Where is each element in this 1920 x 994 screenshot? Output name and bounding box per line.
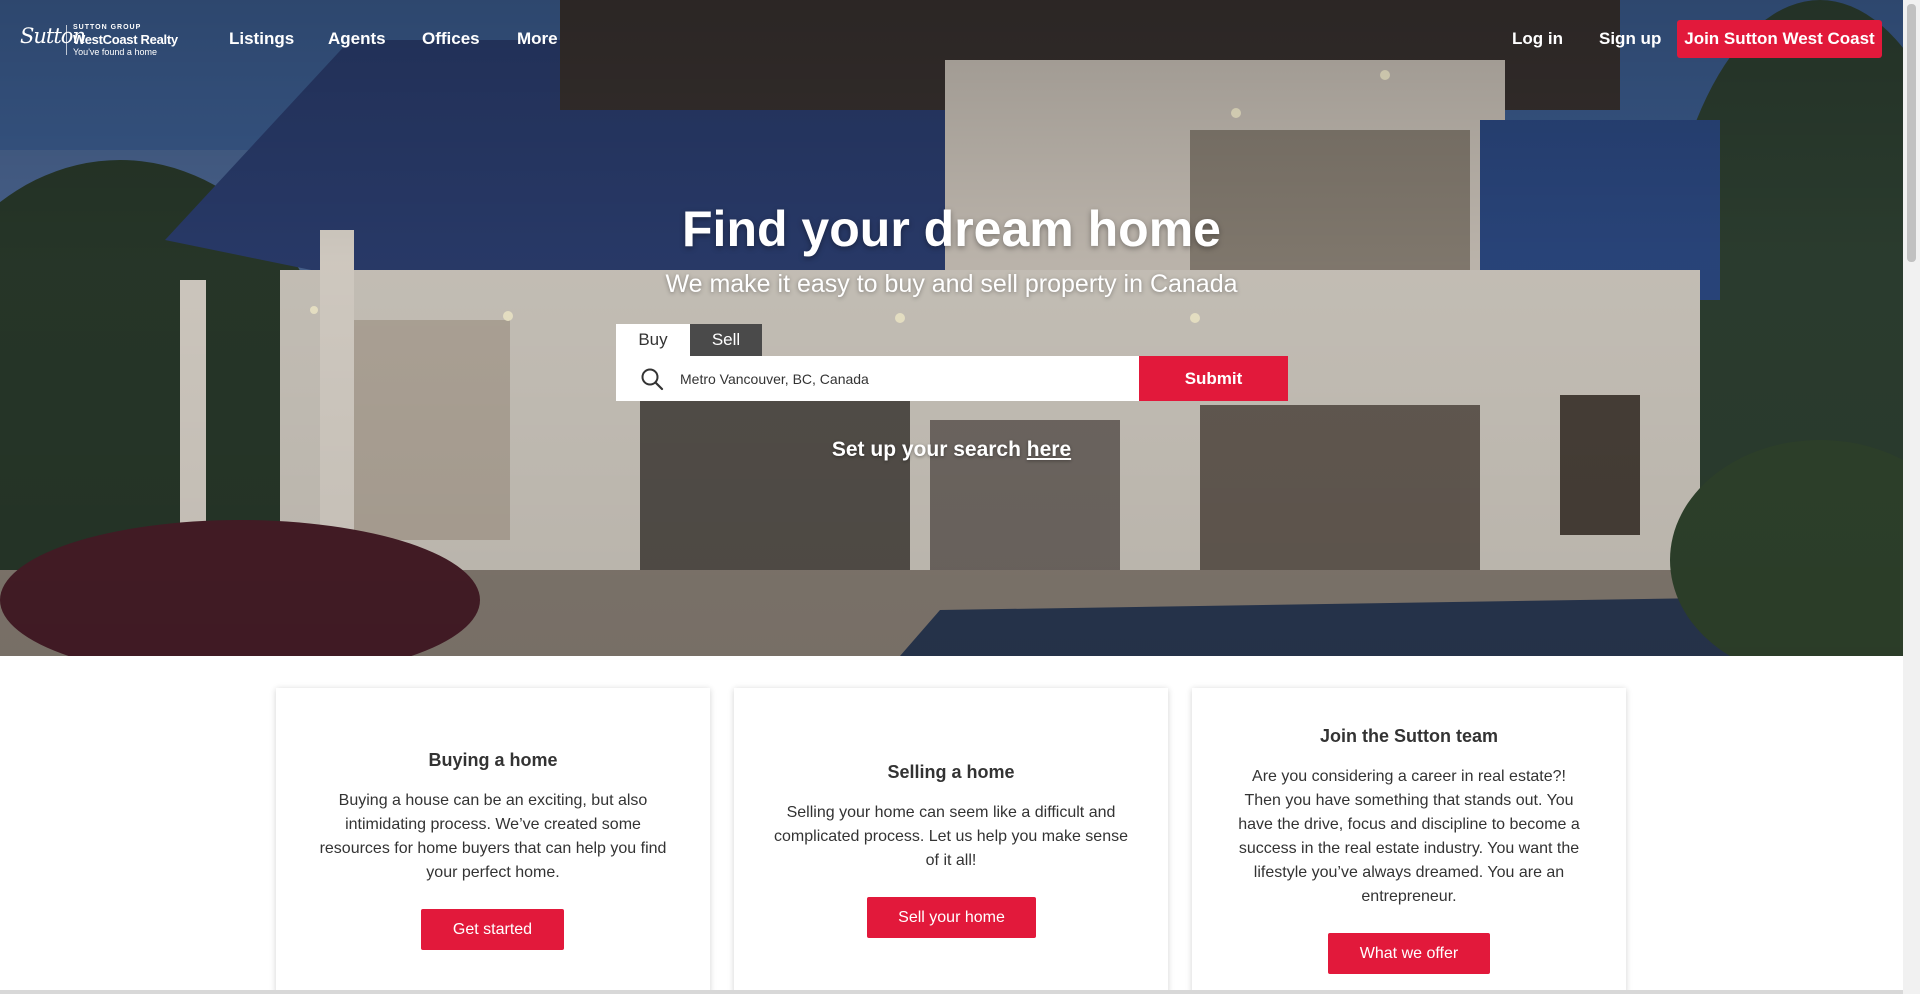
card-selling: Selling a home Selling your home can see…	[734, 688, 1168, 994]
setup-search-link[interactable]: here	[1027, 438, 1071, 461]
logo-divider	[66, 25, 67, 55]
what-we-offer-button[interactable]: What we offer	[1328, 933, 1490, 974]
setup-search-prefix: Set up your search	[831, 438, 1027, 461]
nav-link-offices[interactable]: Offices	[422, 29, 480, 49]
card-title: Join the Sutton team	[1319, 726, 1498, 746]
card-body: Selling your home can seem like a diffic…	[774, 804, 1128, 869]
card-body: Are you considering a career in real est…	[1238, 768, 1580, 905]
hero-banner	[0, 0, 1903, 656]
card-join-team: Join the Sutton team Are you considering…	[1192, 688, 1626, 994]
site-logo[interactable]: Sutton SUTTON GROUP WestCoast Realty You…	[20, 22, 190, 58]
login-link[interactable]: Log in	[1512, 29, 1563, 49]
bottom-edge	[0, 990, 1903, 994]
card-title: Buying a home	[428, 750, 558, 770]
nav-link-more[interactable]: More	[517, 29, 558, 49]
top-navigation: Sutton SUTTON GROUP WestCoast Realty You…	[0, 0, 1903, 80]
nav-link-listings[interactable]: Listings	[229, 29, 294, 49]
card-title: Selling a home	[887, 762, 1015, 782]
search-icon	[641, 368, 664, 391]
logo-group: SUTTON GROUP	[73, 24, 142, 31]
tab-buy[interactable]: Buy	[616, 324, 690, 356]
location-search-input[interactable]	[680, 356, 1130, 401]
tab-sell[interactable]: Sell	[690, 324, 762, 356]
join-sutton-button[interactable]: Join Sutton West Coast	[1677, 20, 1882, 58]
logo-tagline: You've found a home	[73, 47, 157, 57]
get-started-button[interactable]: Get started	[421, 909, 564, 950]
scrollbar-thumb[interactable]	[1907, 4, 1916, 262]
hero-subtitle: We make it easy to buy and sell property…	[665, 270, 1238, 298]
nav-link-agents[interactable]: Agents	[328, 29, 386, 49]
sell-your-home-button[interactable]: Sell your home	[867, 897, 1036, 938]
setup-search-text: Set up your search here	[0, 438, 1903, 462]
logo-brand: WestCoast Realty	[73, 32, 178, 47]
card-body: Buying a house can be an exciting, but a…	[319, 792, 667, 881]
card-buying: Buying a home Buying a house can be an e…	[276, 688, 710, 994]
hero-title: Find your dream home	[682, 201, 1221, 257]
hero-overlay	[0, 0, 1903, 656]
search-box	[616, 356, 1139, 401]
submit-button[interactable]: Submit	[1139, 356, 1288, 401]
page-scrollbar[interactable]	[1903, 0, 1920, 994]
signup-link[interactable]: Sign up	[1599, 29, 1661, 49]
